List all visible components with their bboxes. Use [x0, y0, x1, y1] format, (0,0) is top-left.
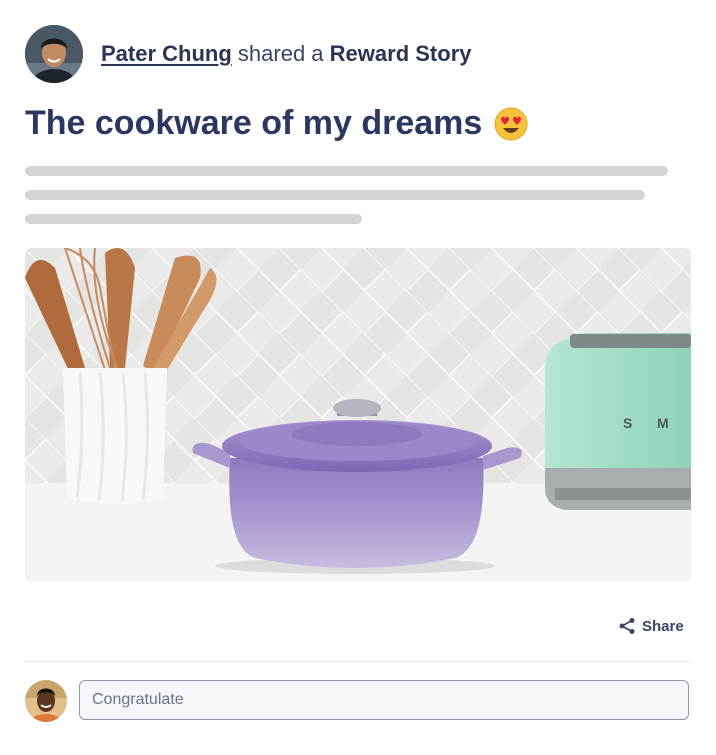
toaster: S M — [545, 333, 691, 510]
svg-text:S: S — [623, 415, 632, 431]
share-button[interactable]: Share — [618, 617, 684, 635]
text-placeholder-line-2 — [25, 190, 645, 200]
text-placeholder-line-1 — [25, 166, 668, 176]
post-title: The cookware of my dreams — [25, 104, 483, 142]
svg-text:M: M — [657, 415, 669, 431]
author-avatar[interactable] — [25, 25, 83, 83]
story-type: Reward Story — [329, 41, 472, 66]
post-headline: Pater Chung shared a Reward Story — [101, 41, 472, 67]
post-title-row: The cookware of my dreams — [25, 104, 528, 143]
author-link[interactable]: Pater Chung — [101, 41, 232, 66]
divider — [25, 661, 691, 662]
post-image[interactable]: S M — [25, 248, 691, 582]
heart-eyes-emoji-icon — [494, 107, 528, 140]
comment-input[interactable] — [79, 680, 689, 720]
share-label: Share — [642, 617, 684, 635]
post-header: Pater Chung shared a Reward Story — [25, 25, 472, 83]
action-text: shared a — [237, 41, 324, 66]
commenter-avatar — [25, 680, 67, 722]
text-placeholder-line-3 — [25, 214, 362, 224]
share-icon — [619, 618, 635, 634]
